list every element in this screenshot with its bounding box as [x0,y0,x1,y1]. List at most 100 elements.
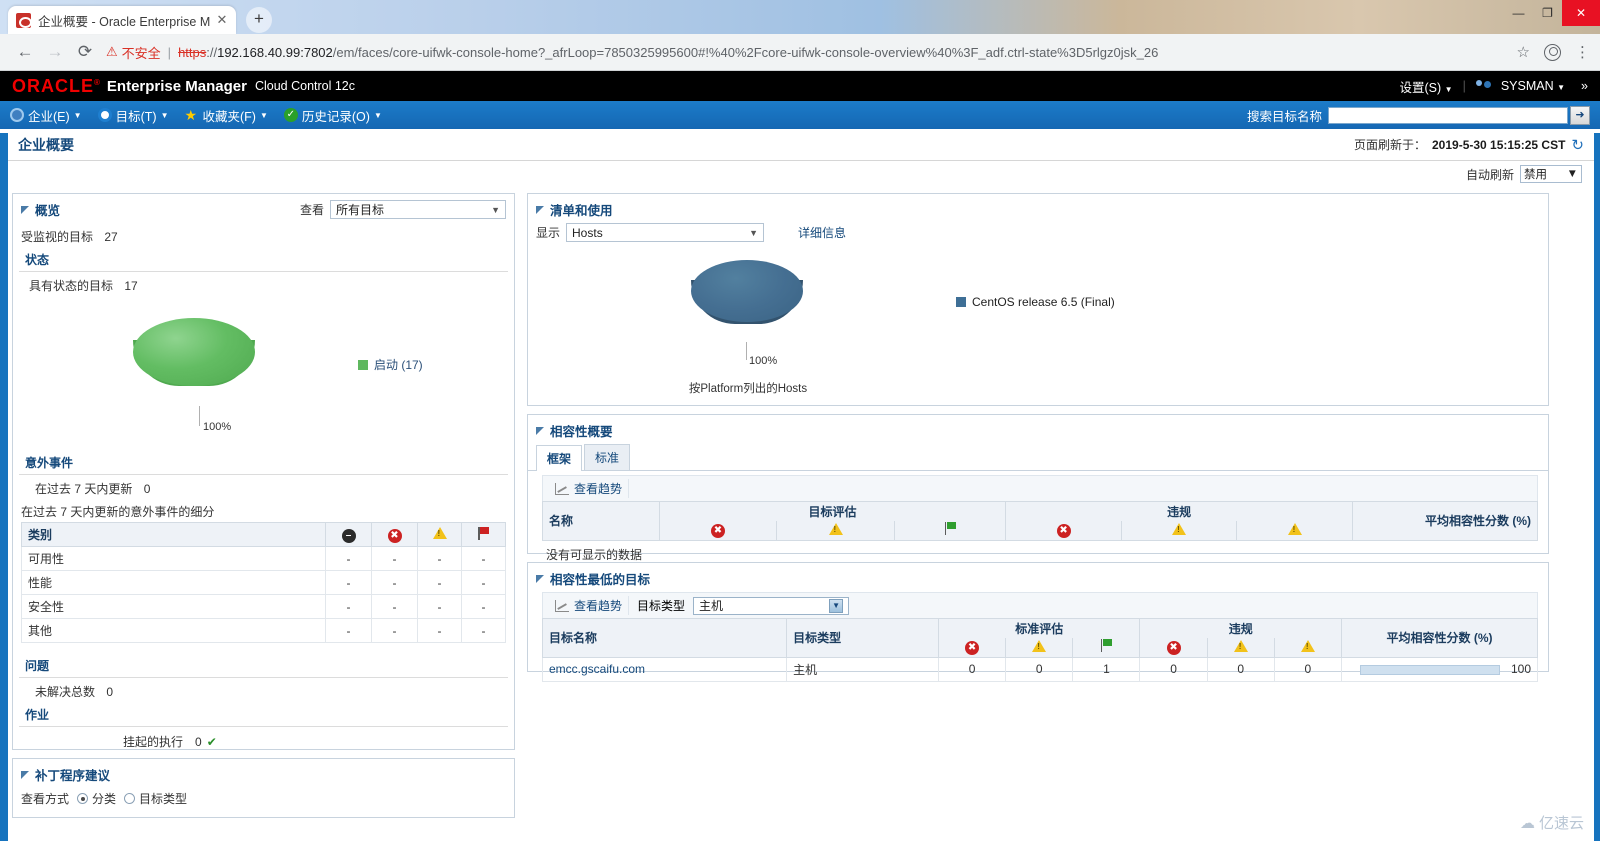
problems-unresolved-label: 未解决总数 [35,685,96,699]
address-bar[interactable]: ⚠ 不安全 | https :// 192.168.40.99:7802 /em… [106,39,1503,65]
menu-history[interactable]: ✓ 历史记录(O) ▼ [283,106,382,125]
critical-icon: ✖ [387,528,402,543]
incidents-updated-row: 在过去 7 天内更新 0 [13,475,514,499]
menu-favorites[interactable]: ★ 收藏夹(F) ▼ [184,106,267,125]
collapse-twisty-icon[interactable] [536,426,544,435]
auto-refresh-select[interactable]: 禁用 ▼ [1520,165,1582,183]
chevron-down-icon: ▼ [491,204,500,215]
url-host: 192.168.40.99:7802 [217,44,333,60]
product-edition: Cloud Control 12c [254,79,356,93]
inventory-controls: 显示 Hosts ▼ 详细信息 [528,223,1548,242]
menu-targets-label: 目标(T) [115,109,157,124]
inventory-show-label: 显示 [536,226,561,240]
search-submit-button[interactable]: ➜ [1570,105,1590,125]
inventory-details-link[interactable]: 详细信息 [798,224,846,241]
compliance-group-eval: 目标评估 [658,501,1007,521]
menu-targets[interactable]: 目标(T) ▼ [97,106,168,125]
lowest-group-violation: 违规 [1139,618,1342,638]
collapse-twisty-icon[interactable] [536,205,544,214]
url-path: /em/faces/core-uifwk-console-home?_afrLo… [332,44,1159,60]
omnibox-bar: ← → ⟳ ⚠ 不安全 | https :// 192.168.40.99:78… [0,34,1600,71]
profile-avatar-icon[interactable] [1544,43,1561,61]
compliance-summary-title: 相容性概要 [550,425,613,439]
tab-framework[interactable]: 框架 [536,445,583,471]
back-button[interactable]: ← [10,42,40,62]
new-tab-button[interactable]: + [246,7,272,33]
minimize-button[interactable]: — [1504,2,1533,24]
status-pie-leader-line [199,406,200,426]
collapse-twisty-icon[interactable] [21,770,29,779]
incidents-updated-label: 在过去 7 天内更新 [35,482,133,496]
target-name-link[interactable]: emcc.gscaifu.com [549,662,645,676]
view-select[interactable]: 所有目标 ▼ [330,200,506,219]
eval-warning-icon-cell [776,521,895,541]
target-name-cell[interactable]: emcc.gscaifu.com [541,656,788,682]
incident-flag: - [461,618,506,643]
problems-heading: 问题 [19,653,508,678]
incident-down: - [325,546,372,571]
chevron-down-icon: ▼ [259,110,268,120]
with-status-label: 具有状态的目标 [29,279,114,293]
chevron-down-icon: ▼ [1444,84,1453,94]
overview-panel-title: 概览 [35,204,61,218]
violation-critical-icon-cell: ✖ [1139,638,1208,658]
inventory-show-select[interactable]: Hosts ▼ [566,223,765,242]
patch-recommendations-panel: 补丁程序建议 查看方式 分类 目标类型 [12,758,515,818]
compliance-col-avg-score: 平均相容性分数 (%) [1352,501,1538,541]
violation-minor-icon-cell [1236,521,1353,541]
menu-enterprise-label: 企业(E) [28,109,70,124]
incident-category: 性能 [21,570,326,595]
browser-tab[interactable]: 企业概要 - Oracle Enterprise M ✕ [8,6,236,34]
close-tab-icon[interactable]: ✕ [214,12,230,28]
left-column: 概览 查看 所有目标 ▼ 受监视的目标 27 状态 具有状态的目标 17 100… [12,193,515,818]
target-type-label: 目标类型 [637,599,686,613]
tab-title: 企业概要 - Oracle Enterprise M [38,14,211,29]
user-menu[interactable]: SYSMAN ▼ [1501,79,1565,93]
collapse-twisty-icon[interactable] [536,574,544,583]
chevron-down-icon: ▼ [373,110,382,120]
history-icon: ✓ [283,108,298,122]
oracle-logo: ORACLE® [12,75,101,96]
patch-radio-category[interactable]: 分类 [77,790,116,807]
insecure-warning-icon: ⚠ [106,44,118,59]
inventory-pie-chart: 100% CentOS release 6.5 (Final) 按Platfor… [528,242,1548,395]
settings-menu[interactable]: 设置(S) ▼ [1400,77,1453,96]
refresh-icon[interactable]: ↻ [1571,136,1584,154]
incidents-col-critical: ✖ [371,522,418,547]
violation-warning-icon-cell [1120,521,1238,541]
search-input[interactable] [1328,106,1568,124]
compliance-summary-header: 相容性概要 [528,415,1548,444]
reload-button[interactable]: ⟳ [70,42,100,62]
view-trend-button[interactable]: 查看趋势 [549,479,630,498]
job-value: 0 [195,734,202,749]
problems-row: 未解决总数 0 [13,678,514,702]
close-window-button[interactable]: ✕ [1562,0,1600,26]
legend-swatch-started [358,359,368,370]
omnibox-actions: ☆ ⋮ [1503,43,1590,61]
patch-radio-target-type[interactable]: 目标类型 [124,790,187,807]
url-scheme-sep: :// [206,44,218,60]
chrome-menu-icon[interactable]: ⋮ [1575,43,1590,61]
page-refresh-info: 页面刷新于： 2019-5-30 15:15:25 CST ↻ [1354,136,1594,154]
incidents-col-flag [461,522,506,547]
bookmark-star-icon[interactable]: ☆ [1517,43,1530,61]
patch-view-by-label: 查看方式 [21,792,70,806]
maximize-button[interactable]: ❐ [1533,2,1562,24]
target-type-select[interactable]: 主机 ▼ [693,596,850,615]
legend-swatch-centos [956,297,966,307]
incident-warning: - [417,570,462,595]
eval-critical-value: 0 [938,656,1007,682]
inventory-pie-leader-line [746,342,747,360]
view-trend-button[interactable]: 查看趋势 [549,596,630,615]
overflow-menu-icon[interactable]: » [1581,79,1588,93]
forward-button[interactable]: → [40,42,70,62]
collapse-twisty-icon[interactable] [21,205,29,214]
flag-icon [477,526,490,540]
menu-enterprise[interactable]: 企业(E) ▼ [10,106,82,125]
incidents-table-body: 可用性 - - - - 性能 - - - - 安全性 - - - - 其他 - … [21,546,506,643]
status-pie-graphic [133,318,255,406]
incident-down: - [325,618,372,643]
eval-critical-icon-cell: ✖ [658,521,778,541]
compliance-summary-panel: 相容性概要 框架 标准 查看趋势 名称 目标评估 违规 平均相容性分数 (%) … [527,414,1549,562]
tab-standard[interactable]: 标准 [584,444,631,470]
